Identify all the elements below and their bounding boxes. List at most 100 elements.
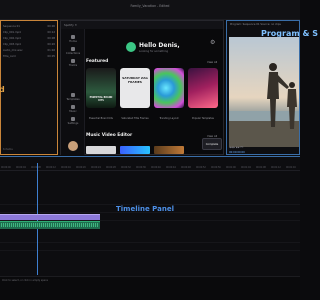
tracks-icon bbox=[71, 59, 75, 63]
ruler-tick-label: 00:01:08 bbox=[256, 166, 266, 169]
video-clip[interactable] bbox=[0, 214, 100, 220]
rail-item-label: Settings bbox=[67, 122, 79, 125]
program-monitor: Program: Sequence 01 Source: no clips Pr… bbox=[226, 20, 318, 155]
rail-item-home[interactable]: Home bbox=[61, 35, 85, 43]
complete-button[interactable]: Complete bbox=[202, 138, 222, 150]
rail-item-label: Templates bbox=[66, 98, 80, 101]
list-item-duration: 00:12 bbox=[47, 31, 55, 34]
ruler-tick-label: 00:00:40 bbox=[151, 166, 161, 169]
list-item-duration: 01:02 bbox=[47, 49, 55, 52]
card-title: Saturated Title Frames bbox=[121, 117, 149, 120]
rail-item-tracks[interactable]: Tracks bbox=[61, 59, 85, 67]
card-thumbnail bbox=[120, 68, 150, 108]
ruler-tick-label: 00:00:28 bbox=[106, 166, 116, 169]
card-essential-brand-kits[interactable]: ESSENTIAL BRAND KITS bbox=[86, 68, 116, 112]
window-title: Family_Vacation - Edited bbox=[130, 4, 170, 8]
avatar bbox=[126, 42, 136, 52]
view-all-link[interactable]: View All bbox=[207, 61, 217, 64]
templates-icon bbox=[71, 93, 75, 97]
music-icon bbox=[71, 105, 75, 109]
ruler-tick-label: 00:00:00 bbox=[1, 166, 11, 169]
card-saturated-title-frames[interactable]: SATURDAY ZAG FRAMES bbox=[120, 68, 150, 112]
settings-icon bbox=[71, 117, 75, 121]
card-thumbnail-text: ESSENTIAL BRAND KITS bbox=[89, 96, 113, 102]
timeline-label: Timeline Panel bbox=[116, 205, 174, 213]
card-caption: Popular Templates bbox=[188, 112, 218, 120]
ruler-tick-label: 00:00:20 bbox=[76, 166, 86, 169]
rail-item-music[interactable]: Music bbox=[61, 105, 85, 113]
mv-thumbnail[interactable] bbox=[86, 146, 116, 154]
ruler-tick-label: 00:00:04 bbox=[16, 166, 26, 169]
list-item-name: Clip_001.mp4 bbox=[3, 31, 21, 34]
list-item-name: Clip_002.mp4 bbox=[3, 37, 21, 40]
ruler-tick-label: 00:00:48 bbox=[181, 166, 191, 169]
card-thumbnail bbox=[86, 68, 116, 108]
status-bar: Click to select, or click in empty space bbox=[0, 276, 300, 300]
list-item-duration: 00:08 bbox=[47, 37, 55, 40]
project-panel[interactable]: Sequence 01 00:00 Clip_001.mp4 00:12 Clip_… bbox=[0, 20, 58, 155]
status-text: Click to select, or click in empty space bbox=[2, 279, 48, 282]
list-item[interactable]: Title_card 00:05 bbox=[3, 55, 55, 59]
card-title: Essential Brand Kits bbox=[89, 117, 113, 120]
ruler-tick-label: 00:00:24 bbox=[91, 166, 101, 169]
list-item-name: Clip_003.mp4 bbox=[3, 43, 21, 46]
list-item-duration: 00:05 bbox=[47, 55, 55, 58]
list-item[interactable]: Audio_mix.wav 01:02 bbox=[3, 49, 55, 53]
card-caption: Trending Layout bbox=[154, 112, 184, 120]
monitor-header: Program: Sequence 01 Source: no clips bbox=[230, 23, 281, 26]
ruler-tick-label: 00:00:44 bbox=[166, 166, 176, 169]
ruler-tick-label: 00:00:16 bbox=[61, 166, 71, 169]
ruler-tick-label: 00:00:56 bbox=[211, 166, 221, 169]
list-item[interactable]: Clip_001.mp4 00:12 bbox=[3, 31, 55, 35]
music-video-editor-heading: Music Video Editor bbox=[86, 133, 133, 138]
list-item[interactable]: Clip_003.mp4 00:20 bbox=[3, 43, 55, 47]
rail-item-label: Collections bbox=[65, 52, 81, 55]
card-thumbnail bbox=[154, 68, 184, 108]
card-popular-templates[interactable] bbox=[188, 68, 218, 112]
card-title: Popular Templates bbox=[192, 117, 214, 120]
gear-icon[interactable]: ⚙ bbox=[210, 40, 216, 46]
side-rail: Home Collections Tracks Templates Music … bbox=[61, 29, 85, 155]
rail-item-templates[interactable]: Templates bbox=[61, 93, 85, 101]
list-item-name: Audio_mix.wav bbox=[3, 49, 23, 52]
card-caption: Essential Brand Kits bbox=[86, 112, 116, 120]
ruler-tick-label: 00:00:12 bbox=[46, 166, 56, 169]
ruler-tick-label: 00:00:08 bbox=[31, 166, 41, 169]
rail-item-label: Home bbox=[69, 40, 77, 43]
video-preview[interactable] bbox=[229, 37, 299, 147]
app-tab[interactable]: Spotify ✕ bbox=[61, 21, 223, 29]
panel-label: d bbox=[0, 85, 5, 94]
time-ruler[interactable]: 00:00:00 00:00:04 00:00:08 00:00:12 00:00:16… bbox=[0, 165, 300, 171]
list-item-name: Sequence 01 bbox=[3, 25, 20, 28]
card-trending-layout[interactable] bbox=[154, 68, 184, 112]
rail-item-collections[interactable]: Collections bbox=[61, 47, 85, 55]
ruler-tick-label: 00:01:04 bbox=[241, 166, 251, 169]
list-item[interactable]: Clip_002.mp4 00:08 bbox=[3, 37, 55, 41]
list-item-duration: 00:20 bbox=[47, 43, 55, 46]
panel-footer: 6 items bbox=[3, 148, 13, 151]
list-item[interactable]: Sequence 01 00:00 bbox=[3, 25, 55, 29]
track-row bbox=[0, 235, 300, 243]
transport-controls[interactable]: ◀◀ ▶ ▶▶ Fit bbox=[229, 146, 299, 152]
card-thumbnail-text: SATURDAY ZAG FRAMES bbox=[122, 76, 148, 84]
rail-item-settings[interactable]: Settings bbox=[61, 117, 85, 125]
mv-thumbnail[interactable] bbox=[120, 146, 150, 154]
title-bar: Family_Vacation - Edited bbox=[0, 0, 300, 20]
rail-item-label: Tracks bbox=[68, 64, 78, 67]
track-row bbox=[0, 197, 300, 205]
list-item-duration: 00:00 bbox=[47, 25, 55, 28]
greeting-subtitle: Looking for something bbox=[139, 50, 169, 53]
ruler-tick-label: 00:01:00 bbox=[226, 166, 236, 169]
avatar[interactable] bbox=[68, 141, 78, 151]
mv-thumbnail[interactable] bbox=[154, 146, 184, 154]
ruler-tick-label: 00:00:32 bbox=[121, 166, 131, 169]
list-item-name: Title_card bbox=[3, 55, 16, 58]
ruler-tick-label: 00:00:52 bbox=[196, 166, 206, 169]
card-caption: Saturated Title Frames bbox=[120, 112, 150, 120]
collections-icon bbox=[71, 47, 75, 51]
greeting: Hello Denis, bbox=[139, 42, 180, 49]
video-frame bbox=[229, 37, 299, 147]
ruler-tick-label: 00:01:12 bbox=[271, 166, 281, 169]
featured-heading: Featured bbox=[86, 59, 109, 64]
ruler-tick-label: 00:01:16 bbox=[286, 166, 296, 169]
